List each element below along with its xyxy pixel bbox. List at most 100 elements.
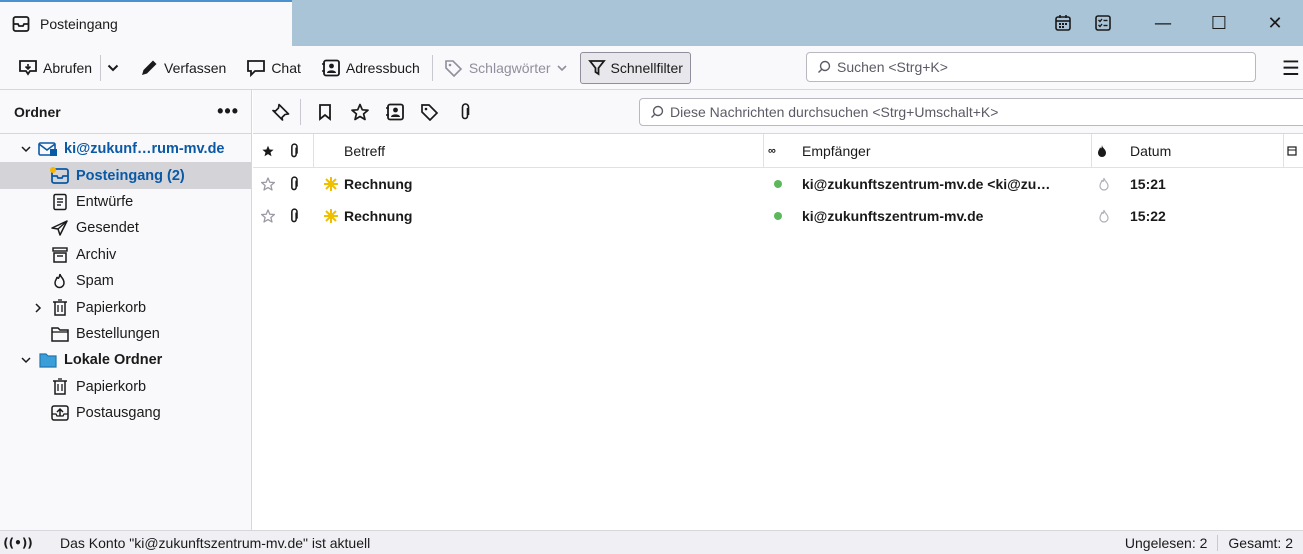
calendar-icon[interactable] [1045,5,1081,41]
star-toggle[interactable] [260,200,276,232]
quick-filter-button[interactable]: Schnellfilter [579,51,691,84]
column-subject[interactable]: Betreff [344,134,385,168]
folder-item-trash[interactable]: Papierkorb [0,294,251,320]
folder-item-orders[interactable]: Bestellungen [0,321,251,347]
tasks-icon[interactable] [1085,5,1121,41]
attachment-indicator [288,168,300,200]
filter-starred-button[interactable] [342,96,377,128]
chevron-down-icon[interactable] [20,356,32,364]
online-status-icon[interactable]: ((•)) [0,536,36,550]
minimize-button[interactable]: — [1135,0,1191,46]
unread-dot[interactable] [774,168,782,200]
inbox-icon [12,15,30,33]
paperclip-icon [288,176,300,192]
tab-inbox[interactable]: Posteingang [0,0,292,46]
get-messages-dropdown-button[interactable] [103,52,123,84]
status-message: Das Konto "ki@zukunftszentrum-mv.de" ist… [60,534,371,551]
app-menu-button[interactable]: ☰ [1282,56,1300,80]
message-recipient: ki@zukunftszentrum-mv.de [802,208,984,224]
folder-item-inbox[interactable]: Posteingang (2) [0,162,251,189]
star-icon [260,176,276,192]
column-starred[interactable] [261,134,275,168]
unread-dot[interactable] [774,200,782,232]
chat-label: Chat [271,59,301,76]
folder-item-account[interactable]: ki@zukunf…rum-mv.de [0,136,251,162]
message-row[interactable]: Rechnung ki@zukunftszentrum-mv.de 15:22 [253,200,1303,232]
address-book-label: Adressbuch [345,59,420,76]
folder-label: Lokale Ordner [64,352,163,369]
global-search-input[interactable]: Suchen <Strg+K> [806,52,1256,82]
column-subject-label: Betreff [344,143,385,159]
pin-icon [271,103,290,121]
folder-label: Spam [76,273,114,290]
address-book-icon [321,59,341,77]
drafts-icon [50,193,70,211]
message-recipient: ki@zukunftszentrum-mv.de <ki@zu… [802,176,1051,192]
column-picker[interactable] [1287,134,1297,168]
folder-item-archive[interactable]: Archiv [0,242,251,268]
mail-account-icon [38,141,58,157]
message-search-input[interactable]: Diese Nachrichten durchsuchen <Strg+Umsc… [639,98,1303,126]
folder-item-local-folders[interactable]: Lokale Ordner [0,347,251,373]
message-list: Rechnung ki@zukunftszentrum-mv.de <ki@zu… [253,168,1303,232]
folder-tree: ki@zukunf…rum-mv.de Posteingang (2) Entw… [0,134,251,426]
inbox-icon [50,166,70,185]
folder-label: Archiv [76,246,117,263]
flame-icon [1096,144,1108,158]
search-icon [650,105,664,119]
column-recipient[interactable]: Empfänger [802,134,870,168]
search-icon [817,60,831,74]
star-filled-icon [261,144,275,158]
more-options-button[interactable]: ••• [217,101,239,122]
folder-item-sent[interactable]: Gesendet [0,215,251,241]
filter-icon [587,59,606,77]
folder-pane-header: Ordner ••• [0,90,251,134]
column-junk[interactable] [1096,134,1108,168]
tag-icon [444,59,464,77]
column-picker-icon [1287,145,1297,157]
column-date[interactable]: Datum [1130,134,1171,168]
attachment-indicator [288,200,300,232]
read-status-icon: ∞ [768,145,776,157]
close-button[interactable]: ✕ [1247,0,1303,46]
global-search-placeholder: Suchen <Strg+K> [837,59,948,75]
tab-label: Posteingang [40,16,118,32]
chevron-down-icon[interactable] [20,145,32,153]
pen-icon [139,59,159,77]
compose-button[interactable]: Verfassen [133,52,232,84]
message-row[interactable]: Rechnung ki@zukunftszentrum-mv.de <ki@zu… [253,168,1303,200]
chat-button[interactable]: Chat [240,52,307,84]
chevron-right-icon[interactable] [32,303,44,313]
quick-filter-bar: Diese Nachrichten durchsuchen <Strg+Umsc… [253,90,1303,134]
folder-item-outbox[interactable]: Postausgang [0,400,251,426]
filter-attachment-button[interactable] [447,96,482,128]
filter-contact-button[interactable] [377,96,412,128]
folder-item-drafts[interactable]: Entwürfe [0,189,251,215]
contact-icon [385,103,405,121]
folder-item-spam[interactable]: Spam [0,268,251,294]
junk-toggle[interactable] [1098,200,1110,232]
filter-tags-button[interactable] [412,96,447,128]
quick-filter-label: Schnellfilter [610,59,683,76]
trash-icon [50,298,70,317]
maximize-button[interactable]: ☐ [1191,0,1247,46]
address-book-button[interactable]: Adressbuch [315,52,426,84]
column-date-label: Datum [1130,143,1172,159]
column-read-status[interactable]: ∞ [768,134,776,168]
filter-unread-button[interactable] [307,96,342,128]
junk-toggle[interactable] [1098,168,1110,200]
folder-pane: Ordner ••• ki@zukunf…rum-mv.de Posteinga… [0,90,252,530]
bookmark-icon [316,103,334,121]
local-folders-icon [38,351,58,369]
paperclip-icon [458,102,472,121]
outbox-icon [50,404,70,422]
column-attachment[interactable] [288,134,300,168]
folder-label: Papierkorb [76,378,147,395]
tags-button[interactable]: Schlagwörter [438,52,574,84]
folder-item-local-trash[interactable]: Papierkorb [0,374,251,400]
chat-icon [246,59,266,77]
get-messages-button[interactable]: Abrufen [12,52,98,84]
new-message-icon [323,168,339,200]
star-toggle[interactable] [260,168,276,200]
sticky-filter-button[interactable] [263,96,298,128]
